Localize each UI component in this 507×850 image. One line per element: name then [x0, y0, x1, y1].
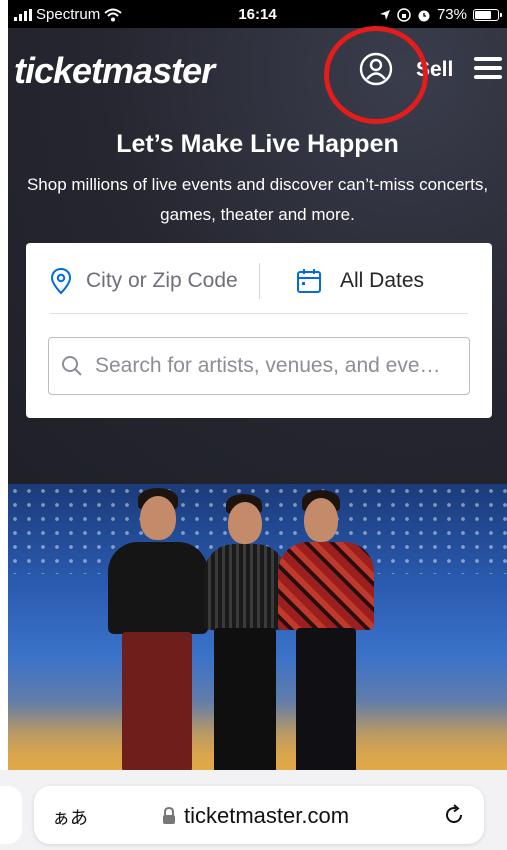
lock-icon — [163, 807, 175, 824]
browser-toolbar: ぁあ ticketmaster.com — [0, 770, 507, 850]
hero-section: ticketmaster Sell Let’s Make Live Happen… — [8, 26, 507, 484]
previous-tab-peek[interactable] — [0, 786, 22, 844]
alarm-icon — [418, 10, 430, 21]
search-card: City or Zip Code All Dates — [26, 243, 492, 418]
top-nav: ticketmaster Sell — [8, 26, 507, 124]
url-text: ticketmaster.com — [184, 803, 350, 828]
reload-icon[interactable] — [442, 803, 466, 827]
location-placeholder: City or Zip Code — [86, 269, 238, 292]
date-value: All Dates — [340, 269, 425, 292]
calendar-icon — [297, 269, 321, 293]
promo-image[interactable] — [8, 484, 507, 770]
hamburger-menu-icon[interactable] — [474, 57, 502, 79]
orientation-lock-icon — [397, 7, 411, 22]
status-icons: 73% — [379, 6, 502, 23]
hero-subheadline: Shop millions of live events and discove… — [26, 175, 489, 224]
location-arrow-icon — [379, 9, 390, 20]
sell-link[interactable]: Sell — [416, 58, 453, 82]
location-field[interactable]: City or Zip Code — [50, 263, 260, 299]
text-size-button[interactable]: ぁあ — [52, 804, 88, 830]
status-bar: Spectrum 16:14 73% — [8, 0, 507, 28]
ticketmaster-logo[interactable]: ticketmaster — [14, 50, 215, 92]
search-box[interactable] — [48, 337, 470, 395]
card-divider — [50, 313, 468, 314]
account-icon[interactable] — [358, 51, 394, 87]
hero-headline: Let’s Make Live Happen — [116, 130, 399, 158]
battery-icon — [473, 8, 502, 21]
address-bar[interactable]: ぁあ ticketmaster.com — [34, 786, 484, 844]
search-icon — [62, 356, 82, 376]
date-field[interactable]: All Dates — [296, 263, 424, 299]
location-pin-icon — [50, 267, 72, 295]
url-display[interactable]: ticketmaster.com — [162, 803, 349, 829]
battery-percentage: 73% — [436, 6, 467, 23]
search-input[interactable] — [95, 354, 465, 378]
